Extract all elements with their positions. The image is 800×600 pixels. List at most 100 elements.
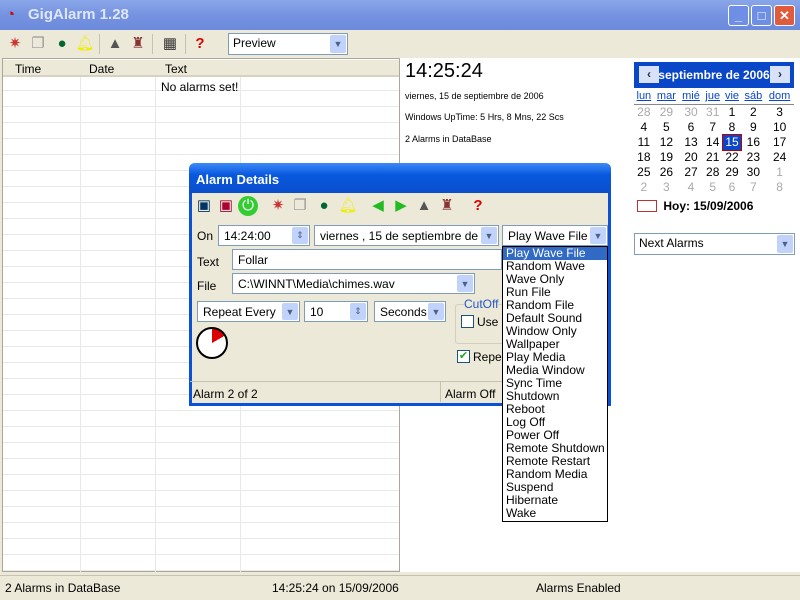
next-alarms-select[interactable]: Next Alarms ▼ <box>634 233 795 255</box>
spinner-icon[interactable]: ⇕ <box>292 227 308 244</box>
road-icon[interactable]: ▲ <box>414 196 434 216</box>
repeat-checkbox[interactable]: ✔ <box>457 350 470 363</box>
delete-save-icon[interactable]: ▣ <box>216 196 236 216</box>
new-alarm-icon[interactable]: ✷ <box>5 34 25 54</box>
calendar-day[interactable]: 22 <box>723 150 742 165</box>
calendar-day[interactable]: 2 <box>741 105 765 120</box>
calendar-day[interactable]: 21 <box>703 150 723 165</box>
calendar-day[interactable]: 9 <box>741 120 765 135</box>
calendar-day[interactable]: 27 <box>679 165 703 180</box>
robot-icon[interactable]: ♜ <box>437 196 457 216</box>
calendar-day[interactable]: 7 <box>741 180 765 195</box>
use-label: Use <box>477 315 499 329</box>
calendar-day[interactable]: 5 <box>654 120 679 135</box>
help-icon[interactable]: ? <box>190 34 210 54</box>
calendar-day[interactable]: 31 <box>703 105 723 120</box>
today-marker-icon <box>637 200 657 213</box>
calendar-day[interactable]: 5 <box>703 180 723 195</box>
new-alarm-icon[interactable]: ✷ <box>268 196 288 216</box>
calendar-day[interactable]: 10 <box>765 120 794 135</box>
spinner-icon[interactable]: ⇕ <box>350 303 366 320</box>
next-arrow-icon[interactable]: ▶ <box>391 196 411 216</box>
calendar-day[interactable]: 11 <box>634 135 654 150</box>
power-icon[interactable]: ⏻ <box>238 196 258 216</box>
chevron-down-icon: ▼ <box>282 303 298 320</box>
action-dropdown-list[interactable]: Play Wave File Random Wave Wave Only Run Fi… <box>502 246 608 522</box>
calendar-day[interactable]: 6 <box>723 180 742 195</box>
calendar-day[interactable]: 6 <box>679 120 703 135</box>
copy-icon[interactable]: ❐ <box>28 34 48 54</box>
settings-icon[interactable]: ▦ <box>160 34 180 54</box>
minimize-button[interactable]: _ <box>728 5 749 26</box>
chevron-down-icon: ▼ <box>330 35 346 53</box>
toolbar-separator <box>99 34 100 54</box>
calendar-day[interactable]: 28 <box>634 105 654 120</box>
status-divider <box>440 382 441 402</box>
calendar-day[interactable]: 30 <box>741 165 765 180</box>
column-header-date[interactable]: Date <box>89 62 114 76</box>
calendar-day[interactable]: 8 <box>765 180 794 195</box>
use-checkbox[interactable] <box>461 315 474 328</box>
calendar-day[interactable]: 19 <box>654 150 679 165</box>
calendar: ‹ septiembre de 2006 › lun mar mié jue vie sá… <box>634 62 794 213</box>
road-icon[interactable]: ▲ <box>105 34 125 54</box>
calendar-grid: lun mar mié jue vie sáb dom 28 29 30 31 1 2 3 4 5 6 7 8 9 10… <box>634 88 794 195</box>
action-select[interactable]: Play Wave File ▼ <box>502 225 608 246</box>
app-clock-icon: ◔ <box>6 6 16 23</box>
calendar-day[interactable]: 4 <box>679 180 703 195</box>
bomb-icon[interactable]: ● <box>52 34 72 54</box>
calendar-day[interactable]: 23 <box>741 150 765 165</box>
time-input[interactable]: 14:24:00 ⇕ <box>218 225 310 246</box>
robot-icon[interactable]: ♜ <box>128 34 148 54</box>
repeat-value-input[interactable]: 10 ⇕ <box>304 301 368 322</box>
action-value: Play Wave File <box>508 229 588 243</box>
calendar-day[interactable]: 1 <box>723 105 742 120</box>
text-input[interactable]: Follar <box>232 249 502 270</box>
preview-select[interactable]: Preview ▼ <box>228 33 348 55</box>
calendar-day[interactable]: 25 <box>634 165 654 180</box>
calendar-day[interactable]: 16 <box>741 135 765 150</box>
column-header-text[interactable]: Text <box>165 62 187 76</box>
calendar-day[interactable]: 1 <box>765 165 794 180</box>
cutoff-label: CutOff <box>464 297 499 311</box>
calendar-day[interactable]: 28 <box>703 165 723 180</box>
calendar-day[interactable]: 18 <box>634 150 654 165</box>
prev-month-button[interactable]: ‹ <box>639 66 659 83</box>
calendar-day[interactable]: 29 <box>723 165 742 180</box>
calendar-day[interactable]: 8 <box>723 120 742 135</box>
calendar-day[interactable]: 13 <box>679 135 703 150</box>
help-icon[interactable]: ? <box>468 196 488 216</box>
bell-icon[interactable]: 🔔︎ <box>338 196 358 216</box>
bomb-icon[interactable]: ● <box>314 196 334 216</box>
calendar-day[interactable]: 12 <box>654 135 679 150</box>
calendar-day[interactable]: 30 <box>679 105 703 120</box>
next-month-button[interactable]: › <box>770 66 790 83</box>
calendar-day[interactable]: 20 <box>679 150 703 165</box>
file-select[interactable]: C:\WINNT\Media\chimes.wav ▼ <box>232 273 475 294</box>
bell-icon[interactable]: 🔔︎ <box>75 34 95 54</box>
calendar-day[interactable]: 3 <box>654 180 679 195</box>
repeat-unit-select[interactable]: Seconds ▼ <box>374 301 446 322</box>
copy-icon[interactable]: ❐ <box>290 196 310 216</box>
date-select[interactable]: viernes , 15 de septiembre de 20 ▼ <box>314 225 499 246</box>
today-row[interactable]: Hoy: 15/09/2006 <box>634 199 794 213</box>
close-button[interactable]: ✕ <box>774 5 795 26</box>
save-icon[interactable]: ▣ <box>194 196 214 216</box>
repeat-unit-value: Seconds <box>380 305 427 319</box>
calendar-day[interactable]: 3 <box>765 105 794 120</box>
calendar-day[interactable]: 29 <box>654 105 679 120</box>
maximize-button[interactable]: □ <box>751 5 772 26</box>
calendar-day[interactable]: 2 <box>634 180 654 195</box>
calendar-day[interactable]: 26 <box>654 165 679 180</box>
repeat-mode-select[interactable]: Repeat Every ▼ <box>197 301 300 322</box>
column-header-time[interactable]: Time <box>15 62 41 76</box>
action-option[interactable]: Wake <box>503 507 607 520</box>
calendar-day[interactable]: 17 <box>765 135 794 150</box>
previous-arrow-icon[interactable]: ◀ <box>368 196 388 216</box>
chevron-down-icon: ▼ <box>777 235 793 253</box>
calendar-day[interactable]: 14 <box>703 135 723 150</box>
calendar-day[interactable]: 15 <box>721 133 743 151</box>
calendar-day[interactable]: 24 <box>765 150 794 165</box>
calendar-day[interactable]: 7 <box>703 120 723 135</box>
calendar-day[interactable]: 4 <box>634 120 654 135</box>
